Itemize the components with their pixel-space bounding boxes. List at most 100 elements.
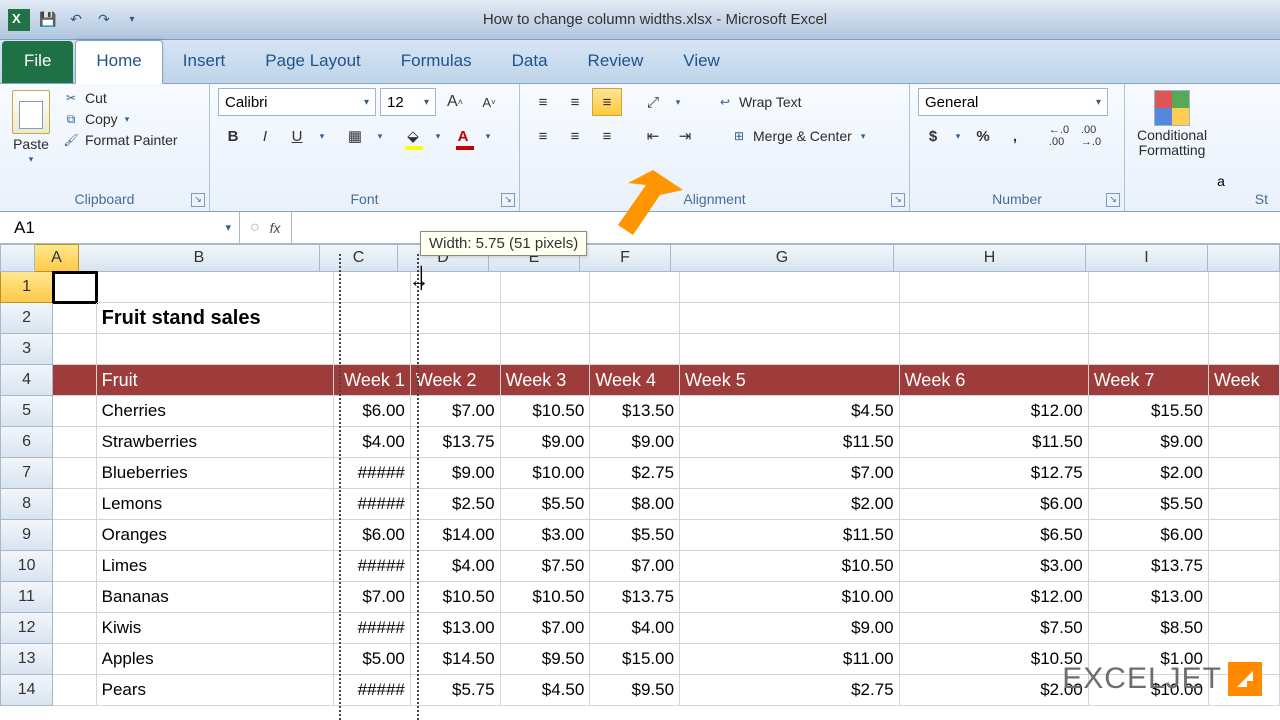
cell[interactable]: $7.00 <box>334 582 411 613</box>
cell[interactable]: $4.00 <box>334 427 411 458</box>
name-box[interactable]: A1 ▾ <box>0 212 240 243</box>
row-header-14[interactable]: 14 <box>0 675 53 706</box>
underline-dd[interactable]: ▾ <box>314 122 330 150</box>
row-header-6[interactable]: 6 <box>0 427 53 458</box>
cell[interactable] <box>1209 520 1280 551</box>
wrap-text-button[interactable]: ↩Wrap Text <box>714 92 804 112</box>
cell[interactable] <box>53 427 96 458</box>
borders-dd[interactable]: ▾ <box>372 122 388 150</box>
cell[interactable]: Week 5 <box>680 365 900 396</box>
cut-button[interactable]: ✂Cut <box>60 88 180 108</box>
cell[interactable] <box>680 334 900 365</box>
cell[interactable] <box>97 334 334 365</box>
font-size-combo[interactable]: 12▾ <box>380 88 436 116</box>
cell[interactable] <box>1209 489 1280 520</box>
align-left-icon[interactable]: ≡ <box>528 122 558 150</box>
fruit-name[interactable]: Bananas <box>97 582 334 613</box>
copy-button[interactable]: ⧉Copy▾ <box>60 109 180 129</box>
row-header-4[interactable]: 4 <box>0 365 53 396</box>
fruit-name[interactable]: Oranges <box>97 520 334 551</box>
cell[interactable]: Week 6 <box>900 365 1089 396</box>
decrease-decimal-icon[interactable]: .00→.0 <box>1076 122 1106 150</box>
fruit-name[interactable]: Blueberries <box>97 458 334 489</box>
cell[interactable]: Week 4 <box>590 365 680 396</box>
cell[interactable]: $10.50 <box>411 582 501 613</box>
cell[interactable]: ##### <box>334 551 411 582</box>
cell[interactable] <box>1209 427 1280 458</box>
save-icon[interactable]: 💾 <box>38 10 58 30</box>
borders-button[interactable]: ▦ <box>340 122 370 150</box>
comma-icon[interactable]: , <box>1000 122 1030 150</box>
cell[interactable]: $11.50 <box>680 427 900 458</box>
fruit-name[interactable]: Strawberries <box>97 427 334 458</box>
cell[interactable]: $9.00 <box>680 613 900 644</box>
cell[interactable] <box>1209 458 1280 489</box>
row-header-13[interactable]: 13 <box>0 644 53 675</box>
cell[interactable]: $2.75 <box>680 675 900 706</box>
cell[interactable]: $8.00 <box>590 489 680 520</box>
number-launcher[interactable]: ↘ <box>1106 193 1120 207</box>
sheet-title[interactable]: Fruit stand sales <box>97 303 334 334</box>
cell[interactable] <box>411 334 501 365</box>
font-name-combo[interactable]: Calibri▾ <box>218 88 376 116</box>
tab-page-layout[interactable]: Page Layout <box>245 41 380 83</box>
cell[interactable]: $9.00 <box>1089 427 1209 458</box>
cell[interactable] <box>53 644 96 675</box>
cell[interactable] <box>53 613 96 644</box>
bold-button[interactable]: B <box>218 122 248 150</box>
paste-button[interactable]: Paste ▾ <box>8 88 54 167</box>
orientation-dd[interactable]: ▾ <box>670 88 686 116</box>
redo-icon[interactable]: ↷ <box>94 10 114 30</box>
fruit-name[interactable]: Kiwis <box>97 613 334 644</box>
cell[interactable]: $9.00 <box>501 427 591 458</box>
cell[interactable] <box>53 551 96 582</box>
cell[interactable]: $6.50 <box>900 520 1089 551</box>
cell[interactable]: $6.00 <box>1089 520 1209 551</box>
conditional-formatting-button[interactable]: Conditional Formatting <box>1133 88 1211 160</box>
decrease-indent-icon[interactable]: ⇤ <box>638 122 668 150</box>
fruit-name[interactable]: Apples <box>97 644 334 675</box>
cell-A1[interactable] <box>53 272 96 303</box>
cell[interactable] <box>53 303 96 334</box>
cell[interactable] <box>1209 303 1280 334</box>
select-all-corner[interactable] <box>0 244 35 272</box>
fill-dd[interactable]: ▾ <box>430 122 446 150</box>
cell[interactable]: $9.00 <box>411 458 501 489</box>
fruit-name[interactable]: Lemons <box>97 489 334 520</box>
cell[interactable]: $4.50 <box>501 675 591 706</box>
cell[interactable]: $13.75 <box>411 427 501 458</box>
currency-icon[interactable]: $ <box>918 122 948 150</box>
cell[interactable]: $2.00 <box>680 489 900 520</box>
cell[interactable]: $9.50 <box>501 644 591 675</box>
cell[interactable]: $6.00 <box>900 489 1089 520</box>
cell[interactable]: $2.00 <box>900 675 1089 706</box>
row-header-11[interactable]: 11 <box>0 582 53 613</box>
cell[interactable]: $13.75 <box>590 582 680 613</box>
cell[interactable]: $4.50 <box>680 396 900 427</box>
align-middle-icon[interactable]: ≡ <box>560 88 590 116</box>
qat-customize-icon[interactable]: ▾ <box>122 10 142 30</box>
cell[interactable]: $2.75 <box>590 458 680 489</box>
col-header-A[interactable]: A <box>35 244 79 272</box>
cell[interactable] <box>53 396 96 427</box>
col-header-H[interactable]: H <box>894 244 1086 272</box>
cell[interactable]: ##### <box>334 675 411 706</box>
row-header-1[interactable]: 1 <box>0 272 53 303</box>
cell[interactable]: Week 7 <box>1089 365 1209 396</box>
cell[interactable] <box>590 303 680 334</box>
cell[interactable]: Week 2 <box>411 365 501 396</box>
cell[interactable]: ##### <box>334 613 411 644</box>
cell[interactable]: $15.00 <box>590 644 680 675</box>
align-center-icon[interactable]: ≡ <box>560 122 590 150</box>
fruit-name[interactable]: Cherries <box>97 396 334 427</box>
font-launcher[interactable]: ↘ <box>501 193 515 207</box>
row-header-10[interactable]: 10 <box>0 551 53 582</box>
cell[interactable]: $7.00 <box>680 458 900 489</box>
cell[interactable] <box>1209 272 1280 303</box>
cell[interactable]: $14.50 <box>411 644 501 675</box>
cell[interactable] <box>1209 582 1280 613</box>
fx-icon[interactable]: fx <box>270 220 281 236</box>
cell[interactable]: ##### <box>334 489 411 520</box>
cell[interactable]: $14.00 <box>411 520 501 551</box>
row-header-3[interactable]: 3 <box>0 334 53 365</box>
